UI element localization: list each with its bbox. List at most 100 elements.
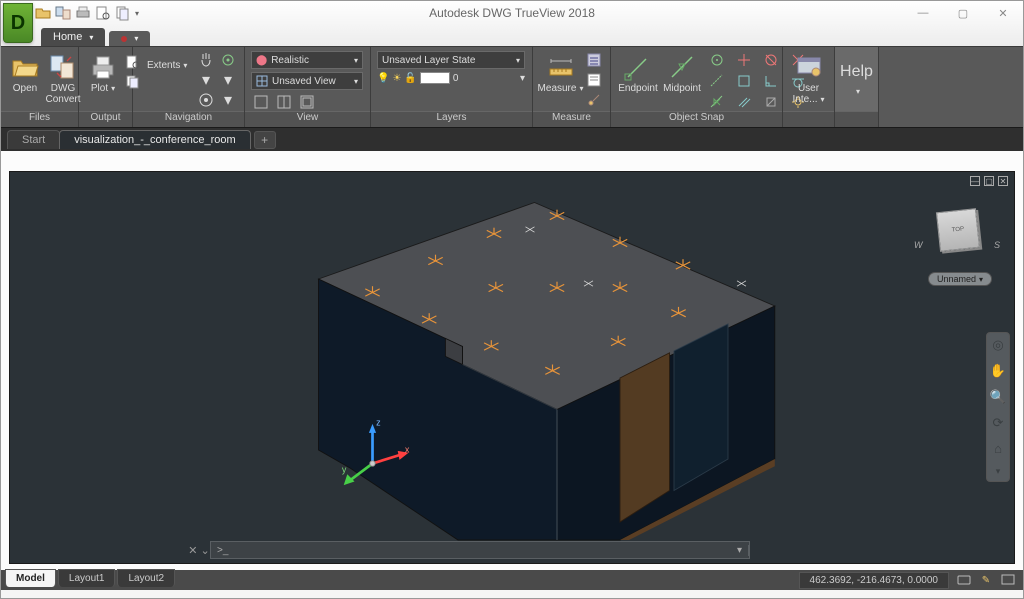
orbit-button[interactable] xyxy=(218,51,238,69)
plot-button[interactable]: Plot▾ xyxy=(85,51,121,96)
cmd-close-icon[interactable]: ✕ ⌄ xyxy=(188,541,210,559)
viewport[interactable]: — ▢ ✕ TOP W S Unnamed▾ ◎ ✋ 🔍 ⟳ ⌂ ▾ xyxy=(9,171,1015,564)
snap-none-button[interactable] xyxy=(759,93,783,111)
panel-view-label: View xyxy=(245,111,370,127)
panel-osnap: Endpoint Midpoint xyxy=(611,47,783,127)
qat-plot-icon[interactable] xyxy=(75,5,91,21)
vp-close-icon[interactable]: ✕ xyxy=(998,176,1008,186)
panel-measure-label: Measure xyxy=(533,111,610,127)
tab-start[interactable]: Start xyxy=(7,130,60,149)
show-motion-button[interactable]: ▾ xyxy=(218,91,238,109)
viewport-join-button[interactable] xyxy=(297,93,317,111)
visual-style-dropdown[interactable]: ⬤Realistic▾ xyxy=(251,51,363,69)
saved-view-dropdown[interactable]: Unsaved View▾ xyxy=(251,72,363,90)
fly-button[interactable]: ▾ xyxy=(218,71,238,89)
status-tray-icon[interactable] xyxy=(955,572,973,588)
endpoint-button[interactable]: Endpoint xyxy=(617,51,659,96)
current-layer-name: 0 xyxy=(453,73,459,84)
id-point-button[interactable] xyxy=(584,91,604,109)
vp-maximize-icon[interactable]: ▢ xyxy=(984,176,994,186)
command-line[interactable]: >_ ▾ xyxy=(210,541,750,559)
ui-icon xyxy=(795,53,823,81)
panel-navigation: Extents▾ ▾ ▾ ▾ Navigation xyxy=(133,47,245,127)
maximize-button[interactable]: ▢ xyxy=(943,2,983,24)
qat-open-icon[interactable] xyxy=(35,5,51,21)
cmd-caret-icon[interactable]: ▾ xyxy=(731,545,749,556)
midpoint-button[interactable]: Midpoint xyxy=(661,51,703,96)
ribbon-tabs: Home▾ ▾ xyxy=(1,25,1023,47)
annotation-scale-icon[interactable]: ✎ xyxy=(977,572,995,588)
app-logo[interactable]: D xyxy=(3,3,33,43)
tab-current-file[interactable]: visualization_-_conference_room xyxy=(59,130,250,149)
new-tab-button[interactable]: + xyxy=(254,131,276,149)
qat-preview-icon[interactable] xyxy=(95,5,111,21)
title-bar: D ▾ Autodesk DWG TrueView 2018 — ▢ ✕ xyxy=(1,1,1023,25)
nav-wheel-icon[interactable]: ◎ xyxy=(992,337,1003,353)
steering-wheel-button[interactable] xyxy=(196,91,216,109)
app-window: D ▾ Autodesk DWG TrueView 2018 — ▢ ✕ Hom… xyxy=(0,0,1024,599)
help-button[interactable]: Help▾ xyxy=(840,63,873,99)
quick-calc-button[interactable] xyxy=(584,51,604,69)
clean-screen-icon[interactable] xyxy=(999,572,1017,588)
view-cube-label[interactable]: Unnamed▾ xyxy=(928,272,992,286)
measure-button[interactable]: Measure▾ xyxy=(539,51,582,96)
printer-icon xyxy=(89,53,117,81)
qat-sheet-icon[interactable] xyxy=(115,5,131,21)
nav-pan-icon[interactable]: ✋ xyxy=(990,363,1006,379)
panel-output-label: Output xyxy=(79,111,132,127)
tab-camera[interactable]: ▾ xyxy=(109,31,150,46)
snap-parallel-button[interactable] xyxy=(732,93,756,111)
panel-layers-label: Layers xyxy=(371,111,532,127)
panel-view: ⬤Realistic▾ Unsaved View▾ View xyxy=(245,47,371,127)
coordinates-readout: 462.3692, -216.4673, 0.0000 xyxy=(799,572,949,589)
open-button[interactable]: Open xyxy=(7,51,43,96)
endpoint-icon xyxy=(624,53,652,81)
layout-model-tab[interactable]: Model xyxy=(5,569,56,587)
layer-color-swatch[interactable] xyxy=(420,72,450,84)
snap-perpendicular-button[interactable] xyxy=(759,72,783,90)
svg-text:z: z xyxy=(376,417,381,427)
vp-minimize-icon[interactable]: — xyxy=(970,176,980,186)
qat-customize-caret[interactable]: ▾ xyxy=(135,9,145,18)
record-dot-icon xyxy=(121,36,127,42)
open-folder-icon xyxy=(11,53,39,81)
view-cube-face[interactable]: TOP xyxy=(936,208,980,252)
nav-zoom-icon[interactable]: 🔍 xyxy=(990,389,1006,405)
document-tabs: Start visualization_-_conference_room + xyxy=(1,127,1023,151)
snap-node-button[interactable] xyxy=(732,51,756,69)
snap-center-button[interactable] xyxy=(705,51,729,69)
view-cube[interactable]: TOP W S xyxy=(924,202,994,272)
snap-quadrant-button[interactable] xyxy=(759,51,783,69)
snap-extension-button[interactable] xyxy=(705,72,729,90)
viewport-single-button[interactable] xyxy=(251,93,271,111)
status-bar: Model Layout1 Layout2 462.3692, -216.467… xyxy=(1,570,1023,590)
zoom-extents-button[interactable]: Extents▾ xyxy=(139,51,190,79)
ribbon: Open DWG Convert Files Plot▾ xyxy=(1,47,1023,127)
pan-button[interactable] xyxy=(196,51,216,69)
snap-nearest-button[interactable] xyxy=(705,93,729,111)
layout1-tab[interactable]: Layout1 xyxy=(58,569,116,587)
tab-home[interactable]: Home▾ xyxy=(41,28,105,46)
close-button[interactable]: ✕ xyxy=(983,2,1023,24)
panel-files: Open DWG Convert Files xyxy=(1,47,79,127)
layer-state-dropdown[interactable]: Unsaved Layer State▾ xyxy=(377,51,525,69)
qat-convert-icon[interactable] xyxy=(55,5,71,21)
walk-button[interactable]: ▾ xyxy=(196,71,216,89)
panel-measure: Measure▾ Measure xyxy=(533,47,611,127)
nav-showmotion-icon[interactable]: ⌂ xyxy=(994,441,1002,456)
panel-navigation-label: Navigation xyxy=(133,111,244,127)
nav-orbit-icon[interactable]: ⟳ xyxy=(993,415,1004,431)
panel-output: Plot▾ Output xyxy=(79,47,133,127)
nav-collapse-icon[interactable]: ▾ xyxy=(996,466,1001,477)
user-interface-button[interactable]: User Inte...▾ xyxy=(789,51,828,107)
list-button[interactable] xyxy=(584,71,604,89)
navigation-bar[interactable]: ◎ ✋ 🔍 ⟳ ⌂ ▾ xyxy=(986,332,1010,482)
dwg-convert-button[interactable]: DWG Convert xyxy=(45,51,81,107)
command-prompt[interactable]: >_ xyxy=(211,545,731,556)
snap-insertion-button[interactable] xyxy=(732,72,756,90)
compass-south: S xyxy=(994,240,1000,250)
viewport-two-button[interactable] xyxy=(274,93,294,111)
layout2-tab[interactable]: Layout2 xyxy=(117,569,175,587)
sun-icon: ☀ xyxy=(392,73,401,84)
minimize-button[interactable]: — xyxy=(903,2,943,24)
